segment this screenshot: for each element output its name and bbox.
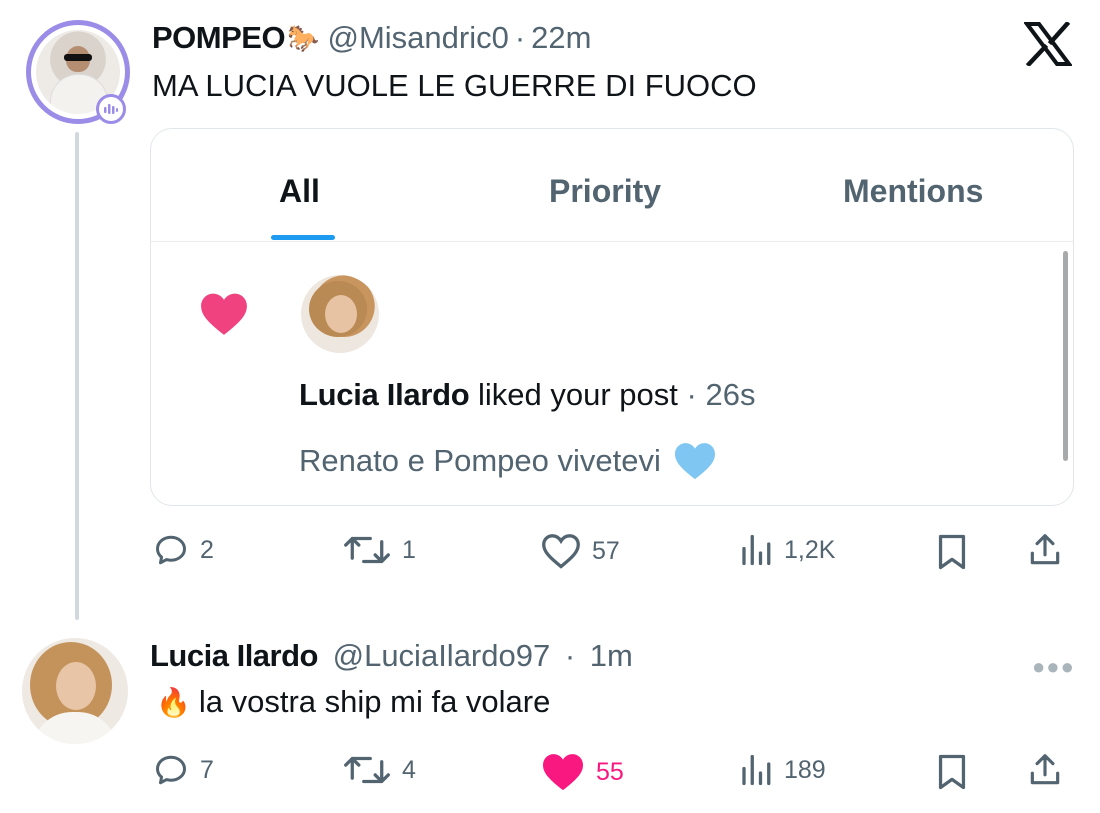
repost-icon [344,536,390,564]
reply-icon [156,755,186,785]
repost-button[interactable]: 1 [342,532,416,568]
repost-icon [344,756,390,784]
repost-count: 4 [402,755,416,784]
spaces-live-icon[interactable] [96,94,126,124]
reply-body: la vostra ship mi fa volare [198,684,551,719]
like-button[interactable]: 57 [540,532,620,570]
notification-time: 26s [705,377,756,412]
notification-user[interactable]: Lucia Ilardo [299,377,470,412]
like-button[interactable]: 55 [540,752,624,792]
heart-filled-icon [543,754,583,791]
share-icon [1030,534,1060,565]
tab-priority[interactable]: Priority [549,173,661,210]
reply-text: 🔥 la vostra ship mi fa volare [156,684,550,720]
like-count: 57 [592,536,620,565]
share-icon [1030,754,1060,785]
view-count: 1,2K [784,535,836,564]
handle[interactable]: @Misandric0 [327,20,508,56]
heart-outline-icon [542,534,580,569]
like-count: 55 [596,757,624,786]
meta-separator: · [514,20,526,55]
reply-button[interactable]: 7 [152,752,214,788]
repost-button[interactable]: 4 [342,752,416,788]
share-button[interactable] [1026,750,1074,790]
notification-action: liked your post [478,377,678,412]
notification-separator: · [686,377,697,412]
notification-tabs: All Priority Mentions [151,129,1073,242]
post-text: MA LUCIA VUOLE LE GUERRE DI FUOCO [152,68,757,103]
reply-count: 2 [200,535,214,564]
meta-separator: · [564,638,576,673]
views-icon [742,534,771,566]
more-horizontal-icon[interactable]: ●●● [1032,654,1075,680]
reply-header: Lucia Ilardo @LuciaIlardo97 · 1m [150,638,633,674]
bookmark-button[interactable] [934,752,980,792]
notification-text: Lucia Ilardo liked your post · 26s [299,377,755,413]
active-tab-indicator [271,235,335,240]
embedded-image[interactable]: All Priority Mentions Lucia Ilardo liked… [150,128,1074,506]
handle[interactable]: @LuciaIlardo97 [333,638,551,673]
tab-all[interactable]: All [279,173,320,210]
tab-mentions[interactable]: Mentions [843,173,983,210]
avatar[interactable] [22,638,128,744]
timestamp[interactable]: 22m [531,20,591,56]
post-header: POMPEO 🐎 @Misandric0 · 22m [152,20,591,56]
scrollbar[interactable] [1063,251,1068,461]
timestamp[interactable]: 1m [590,638,633,673]
views-button[interactable]: 1,2K [738,532,835,568]
repost-count: 1 [402,535,416,564]
views-icon [742,754,771,786]
blue-heart-icon [674,443,715,480]
display-name[interactable]: Lucia Ilardo [150,638,318,673]
view-count: 189 [784,755,826,784]
horse-emoji: 🐎 [287,22,320,53]
views-button[interactable]: 189 [738,752,826,788]
bookmark-icon [938,754,966,790]
preview-text: Renato e Pompeo vivetevi [299,443,661,478]
reply-count: 7 [200,755,214,784]
display-name[interactable]: POMPEO [152,20,286,56]
reply-icon [156,535,186,565]
reply-button[interactable]: 2 [152,532,214,568]
thread-line [75,132,79,620]
fire-emoji: 🔥 [156,686,191,718]
bookmark-icon [938,534,966,570]
notification-post-preview[interactable]: Renato e Pompeo vivetevi [299,441,717,481]
share-button[interactable] [1026,530,1074,570]
bookmark-button[interactable] [934,532,980,572]
avatar[interactable] [301,275,379,353]
heart-filled-icon [201,293,247,335]
x-logo-icon [1024,22,1072,66]
